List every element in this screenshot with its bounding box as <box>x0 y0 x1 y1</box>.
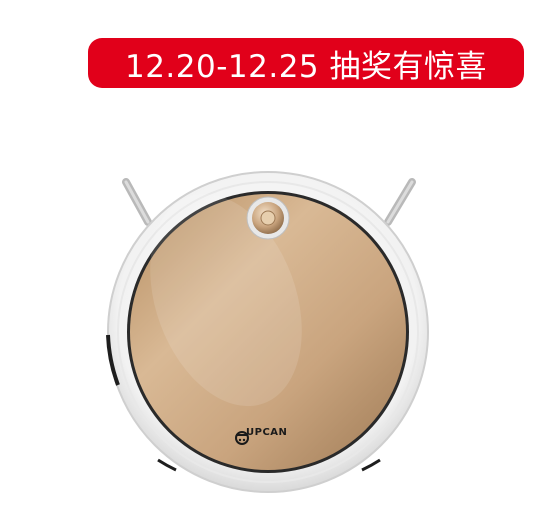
right-side-brush <box>384 178 416 226</box>
brand-name: UPCAN <box>246 427 288 438</box>
product-image[interactable]: UPCAN <box>96 170 436 510</box>
left-side-brush <box>122 178 152 226</box>
robot-vacuum-illustration <box>106 171 429 493</box>
promo-text: 12.20-12.25 抽奖有惊喜 <box>124 48 488 85</box>
promo-banner[interactable]: 12.20-12.25 抽奖有惊喜 <box>88 38 524 88</box>
